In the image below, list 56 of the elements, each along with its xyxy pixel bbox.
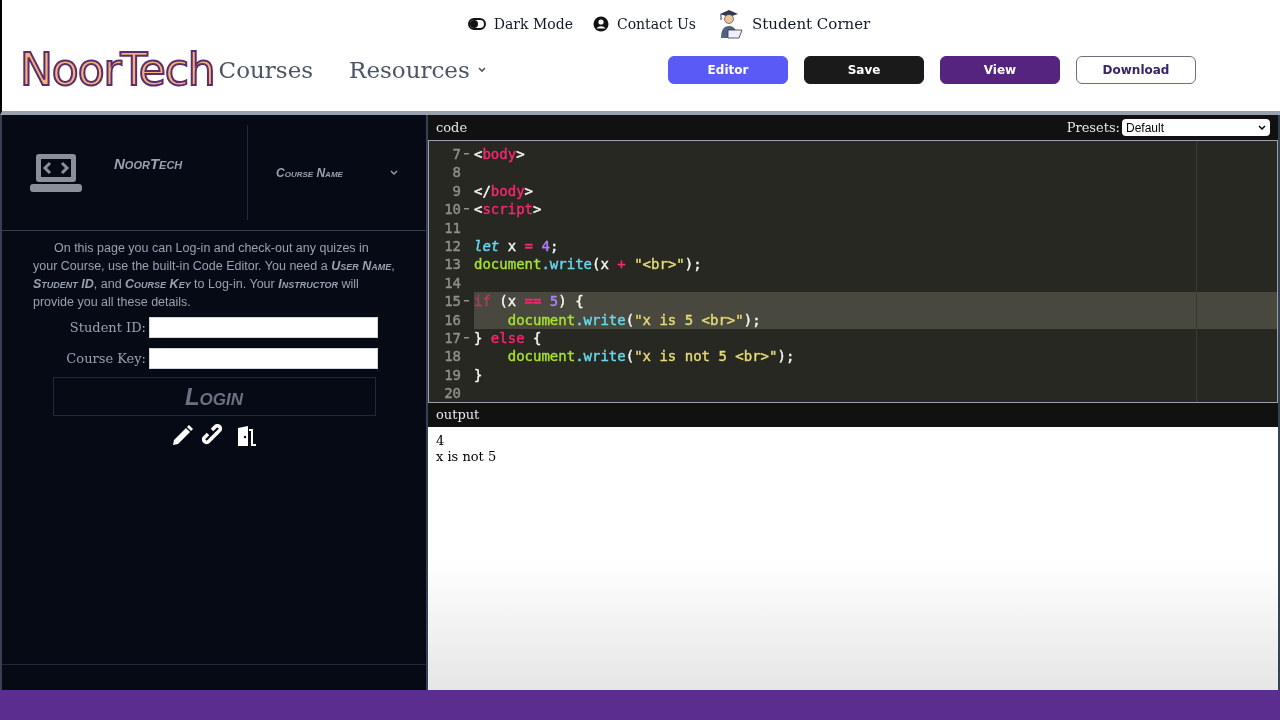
top-link[interactable]: Contact Us (616, 13, 696, 35)
code-line[interactable]: <body> (474, 145, 1277, 164)
line-number: 16 (444, 310, 461, 329)
top-link[interactable]: Dark Mode (493, 13, 573, 35)
chevron-down-icon (477, 67, 486, 73)
fold-marker-icon[interactable] (463, 153, 469, 156)
intro-paragraph: On this page you can Log-in and check-out any quizes in your Course, use the built-in Code Editor. You need a User Name, Student ID, and Course Key to Log-in. Your Instructor will provide you all these details. (32, 240, 396, 311)
output-line: 4 (436, 433, 445, 449)
toolbar-button[interactable]: Download (1076, 56, 1196, 84)
code-line[interactable]: </body> (474, 181, 1277, 201)
line-number: 7 (452, 145, 461, 164)
line-number: 20 (444, 384, 461, 402)
toggle-icon (467, 18, 486, 30)
nav-link[interactable]: Courses (218, 52, 314, 88)
output-line: x is not 5 (436, 449, 497, 465)
chevron-down-icon (1258, 124, 1266, 131)
line-number: 19 (444, 365, 461, 385)
panel-title: output (436, 406, 480, 425)
chevron-down-icon (390, 169, 398, 176)
line-number: 9 (452, 181, 461, 201)
presets-dropdown[interactable]: Default (1122, 119, 1270, 136)
code-line[interactable]: let x = 4; (474, 236, 1277, 256)
input-field[interactable] (149, 317, 378, 338)
login-button[interactable]: Login (52, 377, 376, 416)
line-number: 18 (444, 347, 461, 366)
panel-title: code (436, 118, 468, 137)
line-number: 11 (444, 218, 461, 237)
code-line[interactable]: <script> (474, 200, 1277, 219)
line-number: 13 (444, 255, 461, 274)
fold-marker-icon[interactable] (463, 337, 469, 340)
brand-name: NoorTech (114, 154, 183, 175)
code-line[interactable]: document.write(x + "<br>"); (474, 255, 1277, 274)
toolbar-button[interactable]: Editor (668, 56, 788, 84)
toolbar-button[interactable]: Save (804, 56, 924, 84)
code-line[interactable]: } else { (474, 328, 1277, 348)
fold-marker-icon[interactable] (463, 208, 469, 211)
line-number: 17 (444, 328, 461, 348)
fold-marker-icon[interactable] (463, 300, 469, 303)
laptop-code-icon (30, 151, 82, 194)
field-label: Course Key: (65, 349, 146, 368)
line-number: 8 (452, 163, 461, 182)
code-line[interactable]: } (474, 365, 1277, 385)
line-number: 12 (444, 236, 461, 256)
pencil-icon[interactable] (170, 424, 194, 448)
top-link[interactable]: Student Corner (751, 12, 871, 36)
code-line[interactable]: document.write("x is not 5 <br>"); (474, 347, 1277, 366)
user-circle-icon (592, 16, 609, 32)
course-select[interactable]: Course Name (248, 115, 426, 230)
line-number: 10 (444, 200, 461, 219)
line-number: 14 (444, 273, 461, 293)
nav-link[interactable]: Resources (349, 52, 486, 88)
toolbar-button[interactable]: View (940, 56, 1060, 84)
field-label: Student ID: (68, 318, 146, 337)
input-field[interactable] (149, 348, 378, 369)
line-number: 15 (444, 292, 461, 311)
presets-label: Presets: (1066, 118, 1120, 137)
